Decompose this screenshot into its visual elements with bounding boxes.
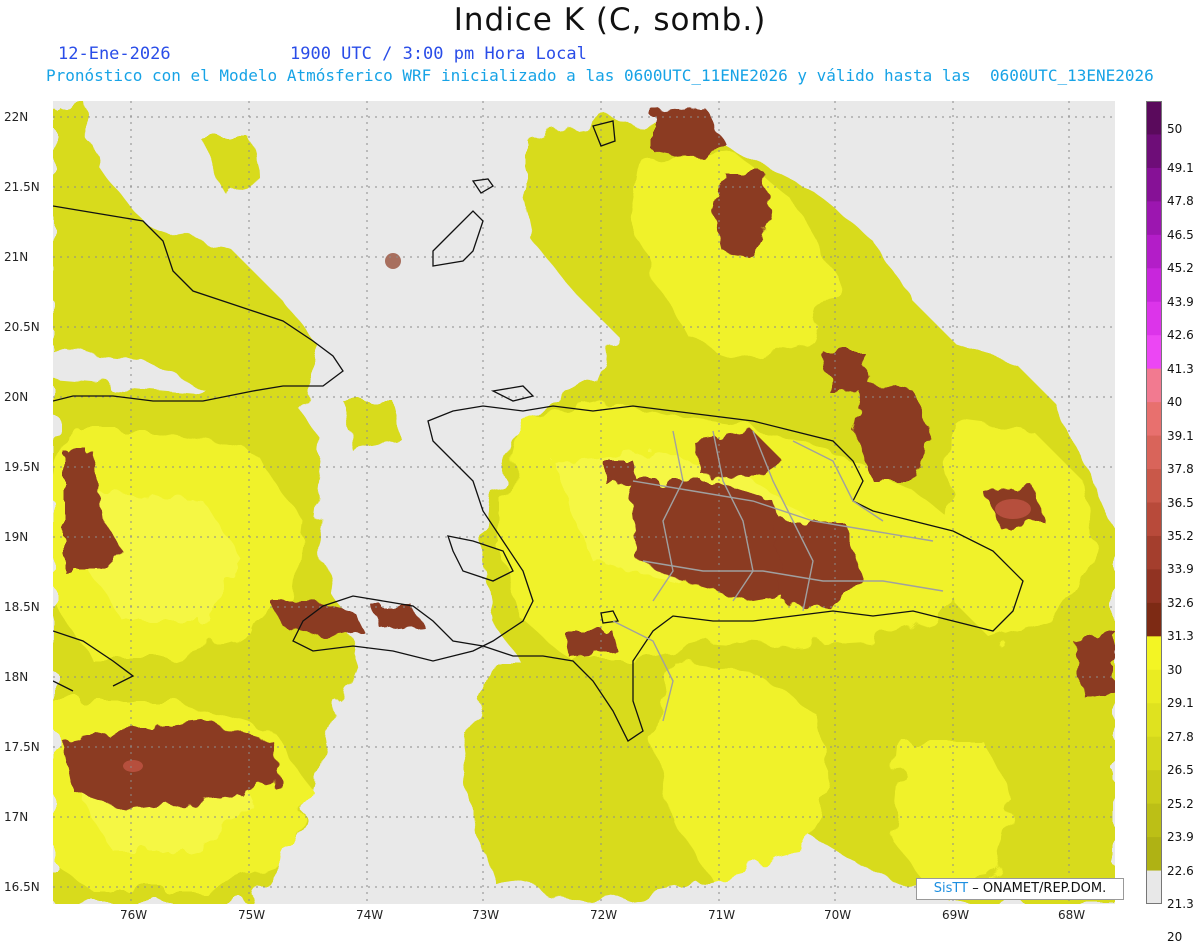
lat-label: 21N	[4, 250, 29, 264]
colorbar-segment	[1146, 301, 1162, 336]
colorbar-label: 45.2	[1167, 261, 1194, 276]
colorbar-label: 31.3	[1167, 629, 1194, 644]
colorbar-label: 46.5	[1167, 227, 1194, 242]
colorbar-label: 27.8	[1167, 729, 1194, 744]
lat-label: 17.5N	[4, 740, 40, 754]
colorbar-segment	[1146, 703, 1162, 738]
map-title: Indice K (C, somb.)	[453, 2, 767, 38]
colorbar-segment	[1146, 803, 1162, 838]
colorbar-segment	[1146, 402, 1162, 437]
colorbar-segment	[1146, 268, 1162, 303]
colorbar-segment	[1146, 535, 1162, 570]
lat-label: 18N	[4, 670, 29, 684]
credit-box: SisTT – ONAMET/REP.DOM.	[916, 878, 1124, 900]
colorbar-label: 37.8	[1167, 462, 1194, 477]
colorbar-segment	[1146, 602, 1162, 637]
colorbar	[1146, 101, 1162, 904]
colorbar-segment	[1146, 435, 1162, 470]
forecast-date: 12-Ene-2026	[58, 44, 171, 64]
colorbar-label: 41.3	[1167, 361, 1194, 376]
colorbar-label: 29.1	[1167, 696, 1194, 711]
lon-label: 71W	[708, 908, 736, 922]
colorbar-label: 26.5	[1167, 763, 1194, 778]
lon-label: 69W	[942, 908, 970, 922]
colorbar-segment	[1146, 502, 1162, 537]
lat-label: 19N	[4, 530, 29, 544]
colorbar-segment	[1146, 569, 1162, 604]
colorbar-label: 35.2	[1167, 528, 1194, 543]
model-info: Pronóstico con el Modelo Atmósferico WRF…	[46, 66, 1154, 85]
sistt-logo: SisTT	[933, 881, 969, 896]
colorbar-segment	[1146, 870, 1162, 904]
colorbar-segment	[1146, 636, 1162, 671]
colorbar-label: 33.9	[1167, 562, 1194, 577]
forecast-time: 1900 UTC / 3:00 pm Hora Local	[290, 44, 587, 64]
colorbar-segment	[1146, 234, 1162, 269]
colorbar-segment	[1146, 669, 1162, 704]
lon-label: 75W	[238, 908, 266, 922]
lat-label: 22N	[4, 110, 29, 124]
lat-label: 16.5N	[4, 880, 40, 894]
colorbar-segment	[1146, 335, 1162, 370]
colorbar-segment	[1146, 134, 1162, 169]
colorbar-label: 20	[1167, 930, 1183, 944]
lat-label: 21.5N	[4, 180, 40, 194]
colorbar-segment	[1146, 101, 1162, 135]
colorbar-segment	[1146, 201, 1162, 236]
colorbar-label: 43.9	[1167, 294, 1194, 309]
colorbar-segment	[1146, 368, 1162, 403]
lon-label: 68W	[1058, 908, 1086, 922]
colorbar-label: 32.6	[1167, 595, 1194, 610]
colorbar-label: 40	[1167, 395, 1183, 410]
colorbar-label: 30	[1167, 662, 1183, 677]
lon-label: 74W	[356, 908, 384, 922]
colorbar-label: 50	[1167, 122, 1183, 136]
colorbar-segment	[1146, 837, 1162, 872]
colorbar-label: 39.1	[1167, 428, 1194, 443]
lat-label: 19.5N	[4, 460, 40, 474]
lat-label: 20.5N	[4, 320, 40, 334]
k-index-map	[53, 101, 1115, 904]
lon-label: 73W	[472, 908, 500, 922]
colorbar-label: 25.2	[1167, 796, 1194, 811]
colorbar-label: 47.8	[1167, 194, 1194, 209]
lon-label: 76W	[120, 908, 148, 922]
lon-label: 70W	[824, 908, 852, 922]
lat-label: 18.5N	[4, 600, 40, 614]
colorbar-label: 21.3	[1167, 897, 1194, 911]
colorbar-segment	[1146, 770, 1162, 805]
colorbar-segment	[1146, 469, 1162, 503]
colorbar-label: 22.6	[1167, 863, 1194, 878]
colorbar-segment	[1146, 167, 1162, 202]
lon-label: 72W	[590, 908, 618, 922]
colorbar-label: 23.9	[1167, 830, 1194, 845]
colorbar-label: 49.1	[1167, 160, 1194, 175]
lat-label: 20N	[4, 390, 29, 404]
credit-text: – ONAMET/REP.DOM.	[968, 881, 1107, 896]
colorbar-label: 36.5	[1167, 495, 1194, 510]
colorbar-segment	[1146, 736, 1162, 771]
lat-label: 17N	[4, 810, 29, 824]
colorbar-label: 42.6	[1167, 328, 1194, 343]
